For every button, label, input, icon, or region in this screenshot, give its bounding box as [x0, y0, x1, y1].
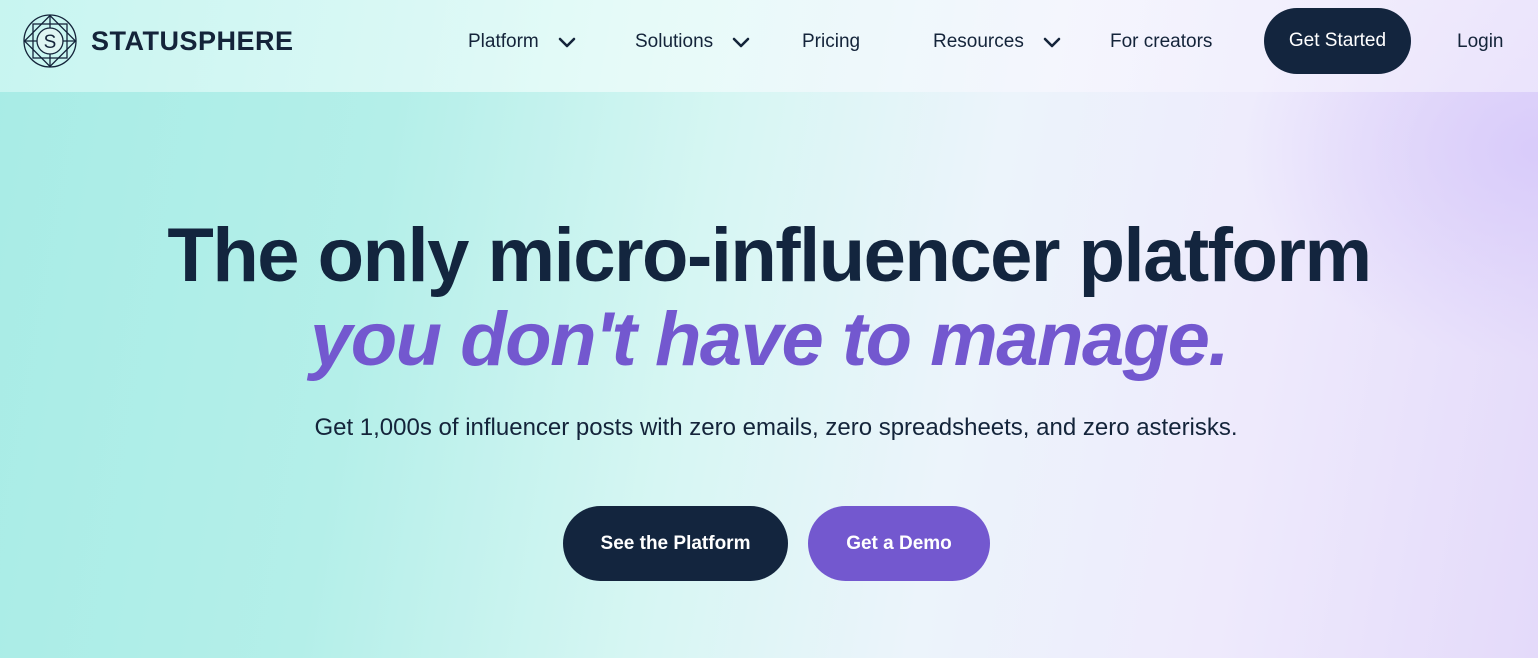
login-label: Login [1457, 31, 1504, 52]
nav-platform[interactable]: Platform [468, 28, 577, 56]
hero-headline-accent: you don't have to manage. [309, 297, 1230, 382]
chevron-down-icon [1043, 37, 1061, 48]
nav-resources[interactable]: Resources [933, 28, 1062, 56]
login-link[interactable]: Login [1457, 28, 1504, 56]
hero-headline: The only micro-influencer platform [167, 213, 1372, 298]
nav-platform-label: Platform [468, 31, 539, 52]
nav-solutions[interactable]: Solutions [635, 28, 751, 56]
nav-resources-label: Resources [933, 31, 1024, 52]
nav-for-creators-label: For creators [1110, 31, 1213, 52]
nav-pricing[interactable]: Pricing [802, 28, 860, 56]
chevron-down-icon [732, 37, 750, 48]
hero-subheadline: Get 1,000s of influencer posts with zero… [314, 414, 1238, 441]
get-demo-button[interactable]: Get a Demo [808, 506, 990, 581]
nav-solutions-label: Solutions [635, 31, 714, 52]
brand-name: STATUSPHERE [91, 25, 294, 56]
nav-pricing-label: Pricing [802, 31, 861, 52]
site-header: S STATUSPHERE Platform Solutions Pricing… [0, 0, 1538, 92]
get-started-button[interactable]: Get Started [1264, 8, 1411, 74]
see-platform-button[interactable]: See the Platform [563, 506, 788, 581]
nav-for-creators[interactable]: For creators [1110, 28, 1212, 56]
brand-logo[interactable]: S STATUSPHERE [22, 13, 294, 69]
svg-text:S: S [44, 32, 57, 53]
chevron-down-icon [558, 37, 576, 48]
statusphere-logo-icon: S [23, 14, 77, 68]
